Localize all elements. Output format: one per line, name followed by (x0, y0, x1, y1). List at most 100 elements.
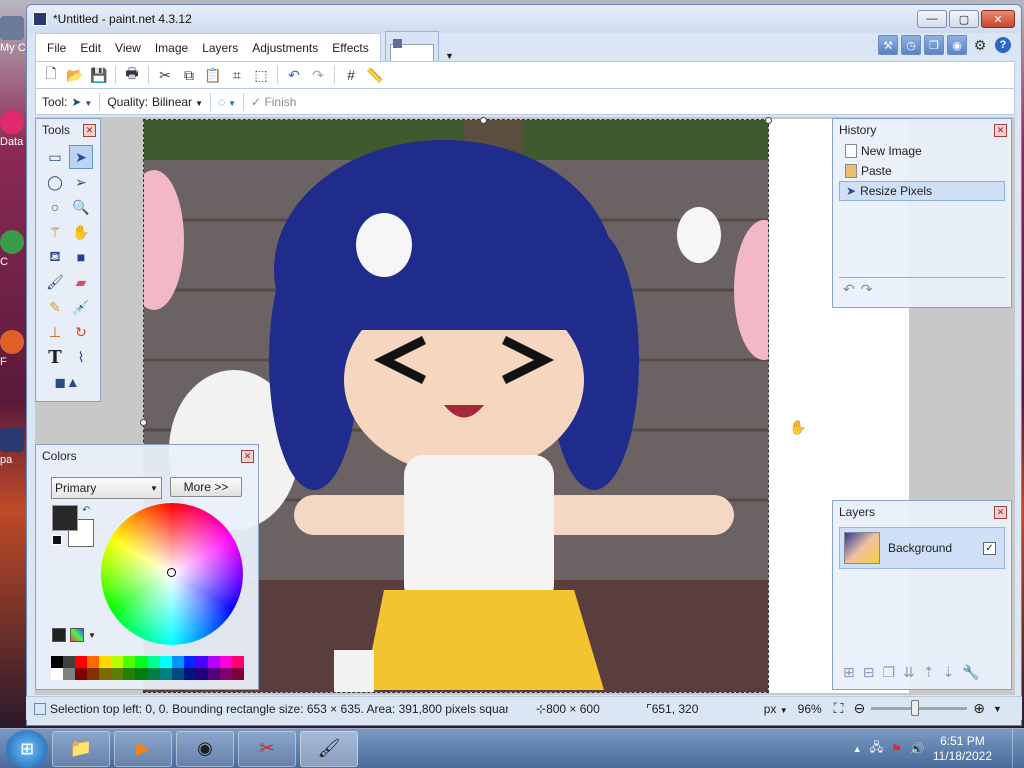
current-tool-move-icon[interactable]: ➤ ▼ (71, 95, 92, 109)
crop-to-selection-icon[interactable]: ⌗ (226, 64, 248, 86)
selection-mode-icon[interactable]: ◌ ▼ (218, 95, 236, 109)
taskbar-chrome-icon[interactable]: ◉ (176, 730, 234, 767)
palette-swatch[interactable] (51, 656, 64, 668)
history-item-paste[interactable]: Paste (839, 161, 1005, 181)
menu-file[interactable]: File (40, 41, 73, 55)
palette-swatch[interactable] (207, 656, 220, 668)
text-icon[interactable]: T (43, 345, 67, 369)
zoom-out-icon[interactable]: ⊖ (853, 700, 865, 717)
palette-swatch[interactable] (75, 656, 88, 668)
palette-swatch[interactable] (75, 668, 88, 680)
desktop-icon-f[interactable]: F (0, 330, 26, 368)
layers-panel-header[interactable]: Layers ✕ (833, 501, 1011, 523)
palette-swatch[interactable] (219, 668, 232, 680)
taskbar-snipping-tool-icon[interactable]: ✂ (238, 730, 296, 767)
shapes-icon[interactable]: ◼▲ (43, 370, 91, 394)
palette-swatch[interactable] (63, 656, 76, 668)
colors-panel-header[interactable]: Colors ✕ (36, 445, 258, 467)
show-desktop-button[interactable] (1012, 728, 1024, 768)
copy-icon[interactable]: ⧉ (178, 64, 200, 86)
palette-menu-icon[interactable] (70, 628, 84, 642)
palette-swatch[interactable] (147, 656, 160, 668)
rulers-icon[interactable]: 📏 (364, 64, 386, 86)
paste-icon[interactable]: 📋 (202, 64, 224, 86)
colors-panel-close-icon[interactable]: ✕ (241, 449, 254, 463)
move-layer-up-icon[interactable]: ⇡ (923, 664, 935, 681)
paintbrush-icon[interactable]: 🖌 (43, 270, 67, 294)
palette-swatch[interactable] (135, 668, 148, 680)
palette-swatch[interactable] (183, 668, 196, 680)
cut-icon[interactable]: ✂ (154, 64, 176, 86)
color-mode-dropdown[interactable]: Primary ▼ (51, 477, 162, 499)
palette-swatch[interactable] (99, 668, 112, 680)
color-picker-icon[interactable]: 💉 (69, 295, 93, 319)
tray-expand-icon[interactable]: ▲ (853, 744, 862, 754)
more-colors-button[interactable]: More >> (170, 477, 242, 497)
palette-swatch[interactable] (231, 668, 244, 680)
quality-dropdown[interactable]: Bilinear ▼ (152, 95, 203, 109)
palette-swatch[interactable] (219, 656, 232, 668)
palette-swatch[interactable] (87, 668, 100, 680)
pencil-icon[interactable]: ✎ (43, 295, 67, 319)
status-bar-overflow-icon[interactable]: ▼ (993, 704, 1002, 714)
taskbar-paintnet-icon[interactable]: 🖌 (300, 730, 358, 767)
recolor-icon[interactable]: ↻ (69, 320, 93, 344)
zoom-value[interactable]: 96% (798, 702, 822, 716)
layers-window-toggle-icon[interactable]: ❐ (924, 35, 944, 55)
add-to-palette-icon[interactable] (52, 628, 66, 642)
history-panel-close-icon[interactable]: ✕ (994, 123, 1007, 137)
help-button[interactable]: ? (993, 35, 1013, 55)
tray-network-icon[interactable]: 🖧 (870, 738, 883, 759)
print-icon[interactable]: 🖶 (121, 64, 143, 86)
paint-bucket-icon[interactable]: ⛾ (43, 245, 67, 269)
undo-icon[interactable]: ↶ (283, 64, 305, 86)
reset-colors-icon[interactable] (52, 535, 62, 545)
palette-swatch[interactable] (135, 656, 148, 668)
primary-color-swatch[interactable] (52, 505, 78, 531)
palette-swatch[interactable] (123, 668, 136, 680)
deselect-icon[interactable]: ⬚ (250, 64, 272, 86)
palette-swatch[interactable] (87, 656, 100, 668)
open-folder-icon[interactable]: 📂 (64, 64, 86, 86)
selection-handle-left[interactable] (140, 419, 147, 426)
app-icon[interactable] (33, 12, 47, 26)
zoom-to-window-icon[interactable]: ⛶ (834, 700, 844, 717)
ellipse-select-icon[interactable]: ○ (43, 195, 67, 219)
redo-icon[interactable]: ↷ (307, 64, 329, 86)
rectangle-select-icon[interactable]: ▭ (43, 145, 67, 169)
clone-stamp-icon[interactable]: ⊥ (43, 320, 67, 344)
color-wheel-cursor[interactable] (167, 568, 176, 577)
palette-swatch[interactable] (171, 668, 184, 680)
tools-panel-close-icon[interactable]: ✕ (83, 123, 96, 137)
palette-swatch[interactable] (195, 668, 208, 680)
colors-window-toggle-icon[interactable]: ◉ (947, 35, 967, 55)
move-layer-down-icon[interactable]: ⇣ (943, 664, 955, 681)
save-icon[interactable]: 💾 (88, 64, 110, 86)
tools-window-toggle-icon[interactable]: ⚒ (878, 35, 898, 55)
units-dropdown[interactable]: px ▼ (764, 702, 788, 716)
clock[interactable]: 6:51 PM 11/18/2022 (933, 734, 992, 764)
palette-swatch[interactable] (183, 656, 196, 668)
palette-swatch[interactable] (63, 668, 76, 680)
delete-layer-icon[interactable]: ⊟ (863, 664, 875, 681)
selection-handle-top-right[interactable] (765, 117, 772, 124)
history-redo-icon[interactable]: ↷ (861, 281, 873, 298)
desktop-icon-data[interactable]: Data (0, 110, 26, 148)
grid-icon[interactable]: # (340, 64, 362, 86)
zoom-icon[interactable]: 🔍 (69, 195, 93, 219)
lasso-select-icon[interactable]: ◯ (43, 170, 67, 194)
tools-panel-header[interactable]: Tools ✕ (36, 119, 100, 141)
taskbar-media-player-icon[interactable]: ▶ (114, 730, 172, 767)
zoom-slider[interactable] (871, 700, 968, 716)
history-panel-header[interactable]: History ✕ (833, 119, 1011, 141)
history-item-resize-pixels[interactable]: ➤ Resize Pixels (839, 181, 1005, 201)
zoom-in-icon[interactable]: ⊕ (973, 700, 985, 717)
tray-action-center-icon[interactable]: ⚑ (891, 742, 902, 756)
palette-swatch[interactable] (159, 668, 172, 680)
layer-visibility-checkbox[interactable]: ✓ (983, 541, 996, 555)
merge-layer-icon[interactable]: ⇊ (903, 664, 915, 681)
zoom-slider-thumb[interactable] (911, 700, 920, 716)
pan-hand-icon[interactable]: ✋ (69, 220, 93, 244)
menu-image[interactable]: Image (148, 41, 195, 55)
menu-layers[interactable]: Layers (195, 41, 245, 55)
